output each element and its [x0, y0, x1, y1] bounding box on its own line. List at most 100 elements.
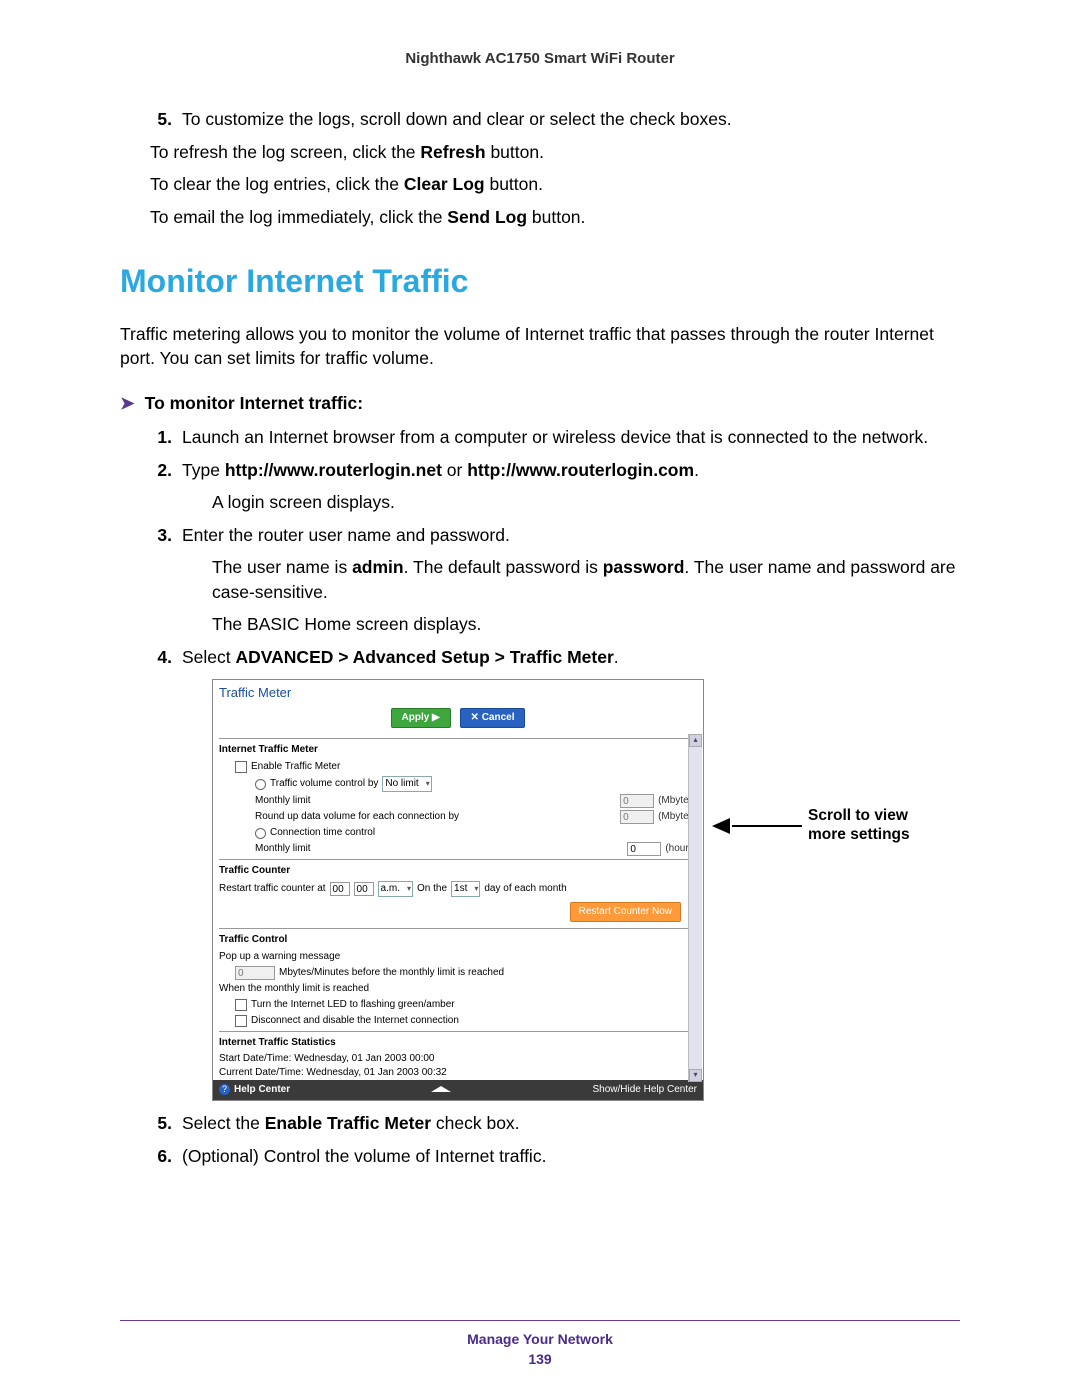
paragraph: The BASIC Home screen displays. [212, 612, 960, 637]
text: The user name is [212, 557, 352, 577]
footer-page-number: 139 [120, 1351, 960, 1367]
text: To clear the log entries, click the [150, 174, 404, 194]
list-item: 2. Type http://www.routerlogin.net or ht… [150, 458, 960, 483]
label: Mbytes/Minutes before the monthly limit … [279, 966, 504, 980]
label: day of each month [484, 882, 566, 896]
step-number: 4. [150, 645, 172, 670]
label: Disconnect and disable the Internet conn… [251, 1014, 459, 1028]
label: Turn the Internet LED to flashing green/… [251, 998, 455, 1012]
bold-text: password [603, 557, 685, 577]
volume-control-radio[interactable] [255, 779, 266, 790]
paragraph: To refresh the log screen, click the Ref… [150, 140, 960, 165]
list-item: 3. Enter the router user name and passwo… [150, 523, 960, 548]
label: Round up data volume for each connection… [255, 810, 459, 824]
minute-input[interactable]: 00 [354, 882, 374, 896]
label: Pop up a warning message [219, 950, 340, 964]
step-number: 1. [150, 425, 172, 450]
text: To email the log immediately, click the [150, 207, 447, 227]
step-number: 2. [150, 458, 172, 483]
arrow-icon: ➤ [120, 391, 135, 416]
ampm-select[interactable]: a.m. [378, 881, 413, 897]
text: Select [182, 647, 236, 667]
label: Restart traffic counter at [219, 882, 326, 896]
step-number: 5. [150, 1111, 172, 1136]
callout-text: Scroll to viewmore settings [808, 807, 910, 844]
hour-input[interactable]: 00 [330, 882, 350, 896]
enable-traffic-checkbox[interactable] [235, 761, 247, 773]
text: Select the [182, 1113, 265, 1133]
scroll-up-icon[interactable]: ▴ [689, 734, 702, 747]
help-icon: ? [219, 1084, 230, 1095]
label: Connection time control [270, 826, 375, 840]
text: check box. [431, 1113, 520, 1133]
bold-text: admin [352, 557, 404, 577]
doc-header: Nighthawk AC1750 Smart WiFi Router [120, 50, 960, 67]
list-item: 6. (Optional) Control the volume of Inte… [150, 1144, 960, 1169]
paragraph: A login screen displays. [212, 490, 960, 515]
label: On the [417, 882, 447, 896]
scrollbar[interactable]: ▴ ▾ [688, 734, 702, 1082]
apply-button[interactable]: Apply ▶ [391, 708, 451, 728]
day-select[interactable]: 1st [451, 881, 480, 897]
label: Monthly limit [255, 842, 311, 856]
bold-text: Enable Traffic Meter [265, 1113, 431, 1133]
step-text: To customize the logs, scroll down and c… [182, 107, 960, 132]
text: or [442, 460, 467, 480]
step-text: Launch an Internet browser from a comput… [182, 425, 960, 450]
stat-line: Start Date/Time: Wednesday, 01 Jan 2003 … [213, 1052, 703, 1066]
monthly-hours-input[interactable]: 0 [627, 842, 661, 856]
scroll-down-icon[interactable]: ▾ [689, 1069, 702, 1082]
section-heading: Monitor Internet Traffic [120, 259, 960, 304]
warning-input[interactable]: 0 [235, 966, 275, 980]
text: button. [485, 174, 543, 194]
expand-up-icon[interactable] [431, 1086, 451, 1092]
label: Monthly limit [255, 794, 311, 808]
label: Traffic volume control by [270, 777, 378, 791]
list-item: 5. Select the Enable Traffic Meter check… [150, 1111, 960, 1136]
screenshot-figure: Traffic Meter Apply ▶ ✕ Cancel Internet … [212, 679, 960, 1101]
text: . The default password is [404, 557, 603, 577]
panel-title: Traffic Meter [213, 680, 703, 704]
text: . [694, 460, 699, 480]
paragraph: To email the log immediately, click the … [150, 205, 960, 230]
section-label: Internet Traffic Statistics [213, 1034, 703, 1052]
disconnect-checkbox[interactable] [235, 1015, 247, 1027]
footer-chapter: Manage Your Network [120, 1331, 960, 1347]
arrow-left-icon [712, 818, 730, 834]
list-item: 1. Launch an Internet browser from a com… [150, 425, 960, 450]
conn-time-radio[interactable] [255, 828, 266, 839]
showhide-link[interactable]: Show/Hide Help Center [593, 1083, 698, 1097]
bold-text: http://www.routerlogin.com [467, 460, 694, 480]
task-heading: ➤ To monitor Internet traffic: [120, 391, 960, 416]
text: . [614, 647, 619, 667]
volume-control-select[interactable]: No limit [382, 776, 431, 792]
text: Type [182, 460, 225, 480]
bold-text: Clear Log [404, 174, 485, 194]
monthly-limit-input[interactable]: 0 [620, 794, 654, 808]
step-text: (Optional) Control the volume of Interne… [182, 1144, 960, 1169]
step-text: Type http://www.routerlogin.net or http:… [182, 458, 960, 483]
restart-counter-button[interactable]: Restart Counter Now [570, 902, 681, 922]
section-label: Traffic Counter [213, 862, 703, 880]
label: When the monthly limit is reached [219, 982, 369, 996]
text: button. [527, 207, 585, 227]
list-item: 4. Select ADVANCED > Advanced Setup > Tr… [150, 645, 960, 670]
bold-text: Refresh [420, 142, 485, 162]
page-footer: Manage Your Network 139 [120, 1320, 960, 1367]
paragraph: To clear the log entries, click the Clea… [150, 172, 960, 197]
bold-text: http://www.routerlogin.net [225, 460, 442, 480]
traffic-meter-panel: Traffic Meter Apply ▶ ✕ Cancel Internet … [212, 679, 704, 1101]
help-bar: ? Help Center Show/Hide Help Center [213, 1080, 703, 1100]
label: Enable Traffic Meter [251, 760, 340, 774]
text: button. [486, 142, 544, 162]
led-checkbox[interactable] [235, 999, 247, 1011]
section-label: Internet Traffic Meter [213, 741, 703, 759]
roundup-input[interactable]: 0 [620, 810, 654, 824]
text: To refresh the log screen, click the [150, 142, 420, 162]
step-text: Enter the router user name and password. [182, 523, 960, 548]
help-label[interactable]: Help Center [234, 1084, 290, 1095]
cancel-button[interactable]: ✕ Cancel [460, 708, 526, 728]
section-label: Traffic Control [213, 931, 703, 949]
step-number: 3. [150, 523, 172, 548]
callout: Scroll to viewmore settings [712, 807, 910, 844]
